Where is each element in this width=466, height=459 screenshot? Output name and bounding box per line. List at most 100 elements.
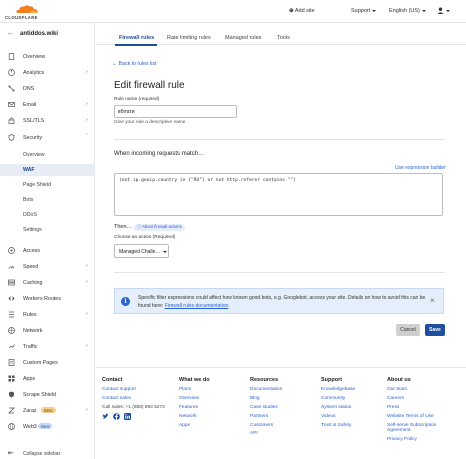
page-title: Edit firewall rule [114,80,185,91]
tab-firewall-rules[interactable]: Firewall rules [119,35,154,41]
footer-link[interactable]: Case studies [250,405,282,411]
footer-link[interactable]: Contact sales [102,396,165,402]
sidebar-item-network[interactable]: Network [0,324,95,338]
user-icon [437,7,444,14]
speed-icon [8,265,15,269]
tab-managed-rules[interactable]: Managed rules [225,35,261,41]
chevron-right-icon: › [86,407,88,413]
site-selector[interactable]: ← antiddos.wiki [0,28,95,42]
footer-resources: Resources Documentation Blog Case studie… [250,377,282,440]
sidebar-subitem-label: Settings [23,227,42,233]
sidebar-item-email[interactable]: Email › [0,98,95,112]
footer-link[interactable]: Our team [387,387,449,393]
sidebar-subitem-ddos[interactable]: DDoS [0,209,95,221]
footer-link[interactable]: Careers [387,396,449,402]
rule-name-input[interactable] [114,105,237,118]
footer-link[interactable]: Apps [179,423,210,429]
cloudflare-logo[interactable]: CLOUDFLARE [5,4,49,20]
file-icon [8,53,15,60]
rule-name-label: Rule name (required) [114,97,160,102]
footer-link[interactable]: Knowledgebase [321,387,355,393]
footer-link[interactable]: Blog [250,396,282,402]
sidebar-item-scrape-shield[interactable]: Scrape Shield [0,388,95,402]
footer-link[interactable]: Features [179,405,210,411]
action-select[interactable]: Managed Challe… [114,244,169,258]
back-to-rules-link[interactable]: ← Back to rules list [112,61,156,67]
sidebar-item-web3[interactable]: Web3 New [0,420,95,434]
active-tab-indicator [115,44,157,46]
sidebar-subitem-bots[interactable]: Bots [0,194,95,206]
footer-link[interactable]: Privacy Policy [387,437,449,443]
footer-link[interactable]: Self-serve Subscription Agreement [387,423,449,434]
footer-link[interactable]: Trust & Safety [321,423,355,429]
footer-link[interactable]: Documentation [250,387,282,393]
sidebar-item-label: Network [23,328,43,334]
sidebar-subitem-label: Overview [23,152,45,158]
firewall-rules-docs-link[interactable]: Firewall rules documentation [165,303,229,309]
sidebar-item-apps[interactable]: Apps [0,372,95,386]
sidebar-item-access[interactable]: Access [0,244,95,258]
collapse-sidebar-button[interactable]: ⇤ Collapse sidebar [8,450,93,458]
action-select-value: Managed Challe… [119,249,161,255]
footer-contact: Contact Contact support Contact sales Ca… [102,377,165,421]
sidebar-item-caching[interactable]: Caching › [0,276,95,290]
footer-link[interactable]: Contact support [102,387,165,393]
expression-text: (not ip.geoip.country in {"RU"} or not h… [119,178,297,183]
sidebar-subitem-overview[interactable]: Overview [0,149,95,161]
footer-link[interactable]: Videos [321,414,355,420]
sidebar-item-rules[interactable]: Rules › [0,308,95,322]
expression-builder-link[interactable]: Use expression builder [395,165,446,171]
sidebar-item-analytics[interactable]: Analytics › [0,66,95,80]
arrow-left-icon: ← [112,61,118,67]
save-button[interactable]: Save [425,324,445,336]
about-firewall-actions-label: About firewall actions [142,224,182,230]
expression-editor[interactable]: (not ip.geoip.country in {"RU"} or not h… [114,173,443,216]
user-menu[interactable] [437,7,450,14]
sidebar-subitem-waf[interactable]: WAF [0,164,95,176]
footer-link[interactable]: Customers [250,423,282,429]
add-icon: ⊕ [289,8,294,14]
footer-link[interactable]: Overview [179,396,210,402]
close-icon[interactable]: × [430,296,435,305]
sidebar-item-security[interactable]: Security ˇ [0,131,95,145]
chevron-down-icon [372,9,377,12]
add-site-button[interactable]: ⊕ Add site [289,8,315,14]
back-arrow-icon[interactable]: ← [7,30,14,37]
footer-link[interactable]: Plans [179,387,210,393]
linkedin-icon[interactable] [124,413,131,421]
zaraz-icon [8,407,15,414]
social-links [102,413,165,421]
footer-link[interactable]: Press [387,405,449,411]
about-firewall-actions-link[interactable]: ⓘ About firewall actions [134,223,185,232]
sidebar-item-zaraz[interactable]: Zaraz Beta › [0,404,95,418]
main-content: Firewall rules Rate limiting rules Manag… [96,23,466,459]
language-label: English (US) [389,8,420,14]
footer-link[interactable]: API [250,431,282,437]
twitter-icon[interactable] [102,413,109,420]
tab-tools[interactable]: Tools [277,35,290,41]
sidebar-item-custom-pages[interactable]: Custom Pages [0,356,95,370]
language-menu[interactable]: English (US) [389,8,426,14]
sidebar-subitem-settings[interactable]: Settings [0,224,95,236]
facebook-icon[interactable] [113,413,120,420]
support-menu[interactable]: Support [351,8,377,14]
footer-link[interactable]: Website Terms of Use [387,414,449,420]
sidebar-item-traffic[interactable]: Traffic › [0,340,95,354]
custom-pages-icon [8,359,15,366]
sidebar-item-overview[interactable]: Overview [0,50,95,64]
footer-link[interactable]: Partners [250,414,282,420]
sidebar-item-speed[interactable]: Speed › [0,260,95,274]
cancel-button[interactable]: Cancel [396,324,420,336]
action-label: Choose an action (Required) [114,235,176,240]
sidebar-subitem-page-shield[interactable]: Page Shield [0,179,95,191]
tab-rate-limiting-rules[interactable]: Rate limiting rules [167,35,211,41]
beta-badge: Beta [41,407,56,413]
chevron-down-icon [163,250,167,253]
sidebar-subitem-label: Page Shield [23,182,51,188]
sidebar-item-workers-routes[interactable]: Workers Routes [0,292,95,306]
footer-link[interactable]: Network [179,414,210,420]
sidebar-item-ssl-tls[interactable]: SSL/TLS › [0,114,95,128]
footer-link[interactable]: Community [321,396,355,402]
sidebar-item-dns[interactable]: DNS [0,82,95,96]
footer-link[interactable]: System status [321,405,355,411]
